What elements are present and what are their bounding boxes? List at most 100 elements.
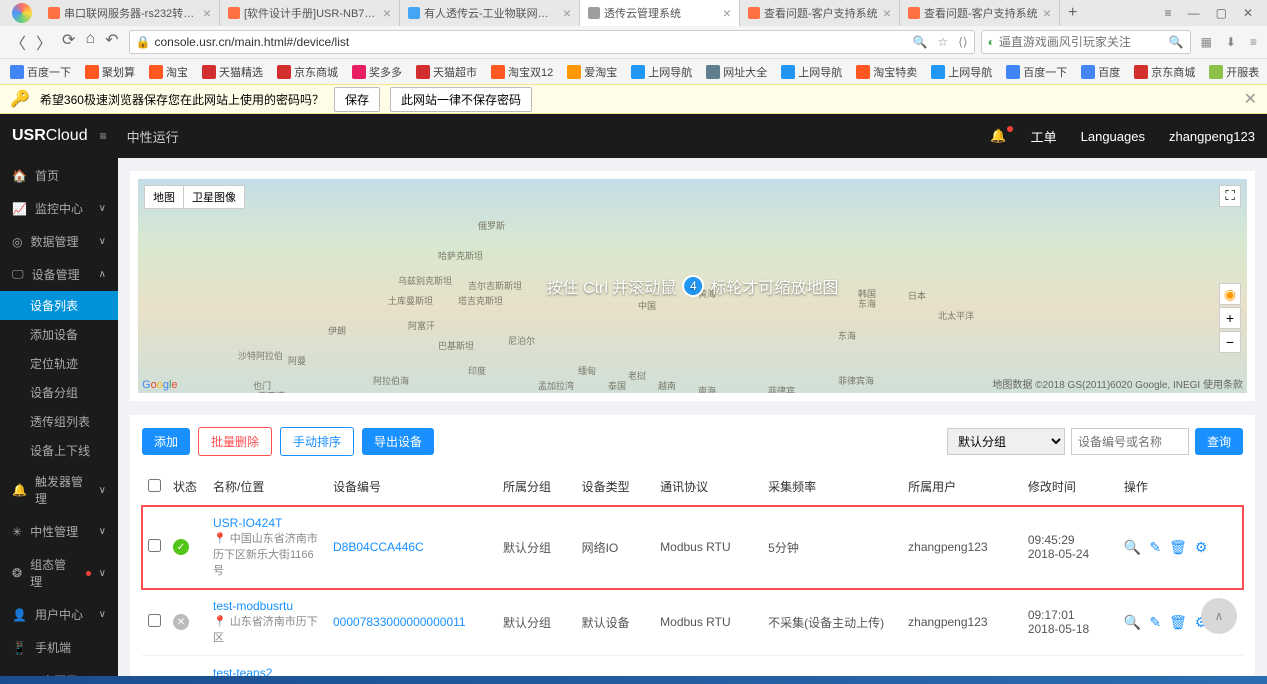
close-tab-icon[interactable]: × <box>383 5 391 21</box>
reload-button[interactable]: ⟳ <box>62 30 75 54</box>
close-window-button[interactable]: ✕ <box>1239 4 1257 22</box>
close-tab-icon[interactable]: × <box>563 5 571 21</box>
sidebar-subitem[interactable]: 透传组列表 <box>0 407 118 436</box>
select-all-checkbox[interactable] <box>148 479 161 492</box>
zoom-icon[interactable]: 🔍 <box>912 35 927 49</box>
fullscreen-icon[interactable]: ⛶ <box>1219 185 1241 207</box>
browser-tab[interactable]: 有人透传云-工业物联网云平台× <box>400 0 580 26</box>
browser-tab[interactable]: 查看问题-客户支持系统× <box>740 0 900 26</box>
sidebar-item[interactable]: 👤用户中心∨ <box>0 598 118 631</box>
bookmark-item[interactable]: 天猫超市 <box>412 62 481 82</box>
view-icon[interactable]: 🔍 <box>1124 614 1141 631</box>
download-icon[interactable]: ⬇ <box>1222 35 1240 49</box>
bookmark-item[interactable]: 京东商城 <box>273 62 342 82</box>
close-tab-icon[interactable]: × <box>1043 5 1051 21</box>
sidebar-item[interactable]: 🏠首页 <box>0 159 118 192</box>
save-password-button[interactable]: 保存 <box>334 87 380 112</box>
bookmark-item[interactable]: 上网导航 <box>777 62 846 82</box>
map-tab-satellite[interactable]: 卫星图像 <box>183 185 245 209</box>
bookmark-item[interactable]: 开服表 <box>1205 62 1263 82</box>
search-go-icon[interactable]: 🔍 <box>1169 35 1184 49</box>
close-tab-icon[interactable]: × <box>203 5 211 21</box>
maximize-button[interactable]: ▢ <box>1212 4 1231 22</box>
map-tab-map[interactable]: 地图 <box>144 185 183 209</box>
bookmark-item[interactable]: 天猫精选 <box>198 62 267 82</box>
group-filter-select[interactable]: 默认分组 <box>947 428 1065 455</box>
undo-icon[interactable]: ↶ <box>105 30 118 54</box>
row-checkbox[interactable] <box>148 614 161 627</box>
device-search-input[interactable] <box>1071 428 1189 455</box>
browser-menu-icon[interactable]: ≡ <box>1246 35 1261 49</box>
bookmark-item[interactable]: 奖多多 <box>348 62 406 82</box>
search-engine-icon[interactable]: ◐ <box>988 35 995 49</box>
menu-icon[interactable]: ≡ <box>1161 4 1176 22</box>
sidebar-item[interactable]: 🖵设备管理∧ <box>0 258 118 291</box>
row-checkbox[interactable] <box>148 539 161 552</box>
back-button[interactable]: 〈 <box>10 30 26 54</box>
search-input[interactable] <box>999 35 1169 49</box>
forward-button[interactable]: 〉 <box>36 30 52 54</box>
edit-icon[interactable]: ✎ <box>1149 539 1161 556</box>
bookmark-item[interactable]: 淘宝 <box>145 62 192 82</box>
close-pwbar-icon[interactable]: ✕ <box>1244 89 1257 109</box>
sidebar-item[interactable]: ◎数据管理∨ <box>0 225 118 258</box>
delete-icon[interactable]: 🗑 <box>1169 539 1187 556</box>
export-button[interactable]: 导出设备 <box>362 428 434 455</box>
sidebar-subitem[interactable]: 设备分组 <box>0 378 118 407</box>
bookmark-item[interactable]: 淘宝双12 <box>487 62 557 82</box>
sidebar-item[interactable]: 🔔触发器管理∨ <box>0 465 118 515</box>
device-sn-link[interactable]: 00007833000000000011 <box>333 615 466 629</box>
sidebar-subitem[interactable]: 设备列表 <box>0 291 118 320</box>
brand-logo[interactable]: USRCloud <box>12 127 88 145</box>
edit-icon[interactable]: ✎ <box>1149 614 1161 631</box>
map-canvas[interactable]: 俄罗斯哈萨克斯坦乌兹别克斯坦土库曼斯坦吉尔吉斯斯坦塔吉克斯坦阿富汗伊朗巴基斯坦中… <box>138 179 1247 393</box>
bookmark-item[interactable]: 上网导航 <box>627 62 696 82</box>
bookmark-item[interactable]: 百度一下 <box>6 62 75 82</box>
bookmark-item[interactable]: 淘宝特卖 <box>852 62 921 82</box>
sidebar-subitem[interactable]: 定位轨迹 <box>0 349 118 378</box>
manual-sort-button[interactable]: 手动排序 <box>280 427 354 456</box>
url-input[interactable] <box>154 35 912 49</box>
sidebar-item[interactable]: ❂组态管理∨ <box>0 548 118 598</box>
language-selector[interactable]: Languages <box>1081 129 1145 144</box>
device-name-link[interactable]: USR-IO424T <box>213 516 321 530</box>
sidebar-item[interactable]: 📱手机端 <box>0 631 118 664</box>
os-taskbar[interactable] <box>0 676 1267 684</box>
pegman-icon[interactable]: ◉ <box>1219 283 1241 305</box>
new-tab-button[interactable]: + <box>1060 4 1085 22</box>
sidebar-toggle-icon[interactable]: ≡ <box>100 129 107 143</box>
close-tab-icon[interactable]: × <box>723 5 731 21</box>
sidebar-subitem[interactable]: 添加设备 <box>0 320 118 349</box>
home-button[interactable]: ⌂ <box>85 30 95 54</box>
zoom-out-button[interactable]: − <box>1219 331 1241 353</box>
sidebar-item[interactable]: 📈监控中心∨ <box>0 192 118 225</box>
bookmark-item[interactable]: 网址大全 <box>702 62 771 82</box>
add-button[interactable]: 添加 <box>142 428 190 455</box>
settings-icon[interactable]: ⚙ <box>1195 539 1208 556</box>
scroll-top-button[interactable]: ∧ <box>1201 598 1237 634</box>
star-icon[interactable]: ☆ <box>937 35 948 49</box>
bookmark-item[interactable]: 聚划算 <box>81 62 139 82</box>
bookmark-item[interactable]: 百度一下 <box>1002 62 1071 82</box>
browser-logo[interactable] <box>4 0 40 26</box>
batch-delete-button[interactable]: 批量删除 <box>198 427 272 456</box>
bookmark-item[interactable]: 百度 <box>1077 62 1124 82</box>
view-icon[interactable]: 🔍 <box>1124 539 1141 556</box>
close-tab-icon[interactable]: × <box>883 5 891 21</box>
bookmark-item[interactable]: 爱淘宝 <box>563 62 621 82</box>
browser-tab[interactable]: 透传云管理系统× <box>580 0 740 26</box>
user-menu[interactable]: zhangpeng123 <box>1169 129 1255 144</box>
notification-bell-icon[interactable]: 🔔 <box>990 128 1006 144</box>
extensions-icon[interactable]: ▦ <box>1197 35 1216 49</box>
worklist-link[interactable]: 工单 <box>1031 127 1057 146</box>
browser-tab[interactable]: [软件设计手册]USR-NB700V2× <box>220 0 400 26</box>
query-button[interactable]: 查询 <box>1195 428 1243 455</box>
browser-tab[interactable]: 查看问题-客户支持系统× <box>900 0 1060 26</box>
never-save-button[interactable]: 此网站一律不保存密码 <box>390 87 532 112</box>
minimize-button[interactable]: — <box>1184 4 1204 22</box>
browser-tab[interactable]: 串口联网服务器-rs232转网络× <box>40 0 220 26</box>
device-sn-link[interactable]: D8B04CCA446C <box>333 540 424 554</box>
map-marker-badge[interactable]: 4 <box>682 275 704 297</box>
sidebar-subitem[interactable]: 设备上下线 <box>0 436 118 465</box>
zoom-in-button[interactable]: + <box>1219 307 1241 329</box>
